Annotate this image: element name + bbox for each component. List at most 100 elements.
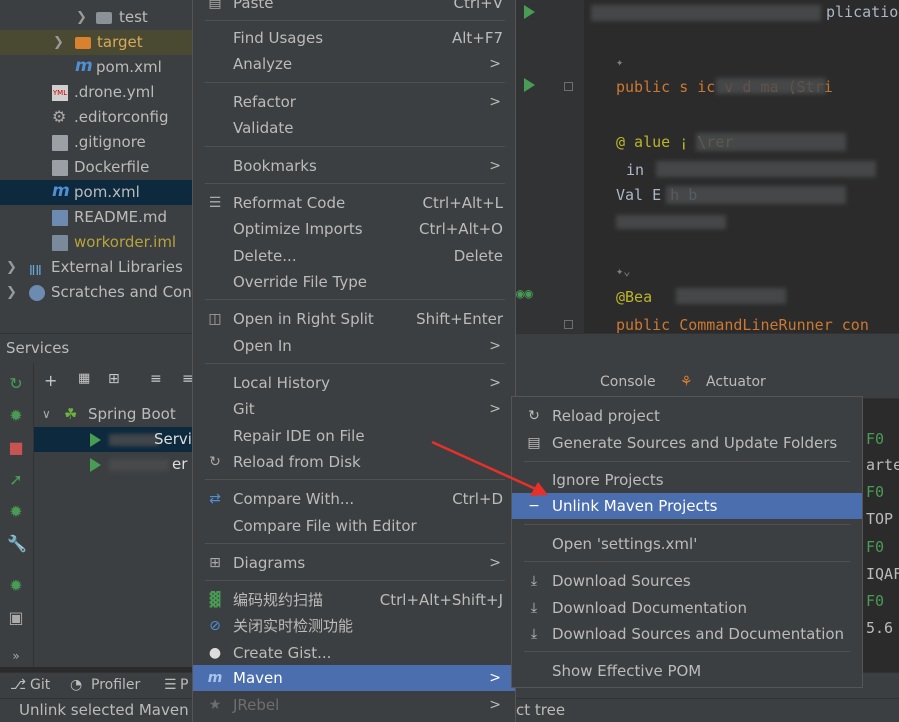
status-message: Unlink selected Maven p [19,701,203,719]
tree-item-gitignore[interactable]: .gitignore [0,130,192,155]
chevron-right-icon[interactable]: ❯ [6,255,17,280]
menu-item-local-history[interactable]: Local History > [193,370,515,396]
blurred-code [666,186,846,204]
menu-item-maven[interactable]: m Maven > [193,665,515,691]
code-line: @Bea [616,288,653,306]
rerun-icon[interactable]: ↻ [7,375,25,393]
paste-icon: ▤ [208,0,222,11]
menu-item-refactor[interactable]: Refactor > [193,89,515,115]
tree-item-scratches[interactable]: ❯ Scratches and Cons [0,280,192,305]
git-icon: ⎇ [10,677,27,693]
git-tool-button[interactable]: Git [30,677,50,693]
debug-deploy-icon[interactable]: ✹ [7,503,25,521]
collapse-icon[interactable]: ≡ [182,371,192,387]
disable-icon: ⊘ [209,618,221,634]
bug-icon[interactable]: ✹ [7,577,25,595]
menu-separator [205,146,505,147]
tree-item-external-libraries[interactable]: ❯ ⅡⅡ External Libraries [0,255,192,280]
stop-icon[interactable]: ■ [7,439,25,457]
tree-item-pom-xml-root[interactable]: m pom.xml [0,180,192,205]
download-icon: ⤓ [530,600,538,616]
console-line: F0 [866,538,885,556]
file-icon [52,160,68,176]
run-gutter-icon[interactable] [524,5,535,19]
add-service-icon[interactable]: + [44,371,57,390]
submenu-item-download-sources[interactable]: ⤓ Download Sources [512,568,862,594]
tree-item-test[interactable]: ❯ test [0,5,192,30]
menu-item-jrebel[interactable]: ★ JRebel > [193,692,515,718]
menu-item-compare-with-editor[interactable]: Compare File with Editor [193,513,515,539]
folder-icon [75,37,91,49]
tree-item-pom-xml[interactable]: m pom.xml [0,55,192,80]
reformat-icon: ☰ [208,195,222,211]
run-gutter-icon[interactable] [524,78,535,92]
services-side-toolbar: ↻ ✹ ■ ➚ ✹ 🔧 ✹ ▣ » [0,363,34,667]
chevron-right-icon[interactable]: ❯ [53,30,64,55]
menu-item-delete[interactable]: Delete... Delete [193,243,515,269]
submenu-item-show-effective-pom[interactable]: Show Effective POM [512,658,862,684]
tree-item-target[interactable]: ❯ target [0,30,192,55]
profiler-tool-button[interactable]: Profiler [91,677,140,693]
code-editor[interactable]: ◉◉ plication ✦ public s ic v d ma (Stri … [516,0,899,333]
debug-icon[interactable]: ✹ [7,407,25,425]
expand-all-icon[interactable]: ≡ [150,371,162,387]
code-line: plication [826,3,899,21]
new-tab-icon[interactable]: ⊞ [108,371,120,387]
menu-item-validate[interactable]: Validate [193,115,515,141]
menu-item-override-file-type[interactable]: Override File Type [193,269,515,295]
problems-tool-button[interactable]: P [180,677,188,693]
menu-item-optimize-imports[interactable]: Optimize Imports Ctrl+Alt+O [193,216,515,242]
menu-item-disable-realtime[interactable]: ⊘ 关闭实时检测功能 [193,613,515,639]
menu-item-diagrams[interactable]: ⊞ Diagrams > [193,550,515,576]
menu-item-open-right-split[interactable]: ◫ Open in Right Split Shift+Enter [193,306,515,332]
tab-actuator[interactable]: Actuator [706,374,766,390]
menu-item-open-in[interactable]: Open In > [193,333,515,359]
menu-item-find-usages[interactable]: Find Usages Alt+F7 [193,25,515,51]
submenu-item-reload-project[interactable]: ↻ Reload project [512,403,862,429]
menu-item-code-scan[interactable]: ▓ 编码规约扫描 Ctrl+Alt+Shift+J [193,587,515,613]
submenu-item-download-documentation[interactable]: ⤓ Download Documentation [512,595,862,621]
console-line: TOP [866,510,894,528]
menu-item-git[interactable]: Git > [193,396,515,422]
group-by-icon[interactable]: ▦ [78,371,90,386]
tree-item-workorder-iml[interactable]: workorder.iml [0,230,192,255]
tree-item-readme[interactable]: README.md [0,205,192,230]
chevron-right-icon[interactable]: ❯ [76,5,87,30]
menu-item-paste[interactable]: ▤ Paste Ctrl+V [193,0,515,16]
bean-gutter-icon[interactable]: ◉◉ [516,286,533,302]
submenu-item-unlink-maven-projects[interactable]: − Unlink Maven Projects [512,493,862,519]
tree-item-dockerfile[interactable]: Dockerfile [0,155,192,180]
chevron-down-icon[interactable]: ∨ [42,402,51,427]
chevron-right-icon[interactable]: ❯ [6,280,17,305]
services-spring-boot[interactable]: ∨ ☘ Spring Boot [34,402,192,427]
submenu-item-download-sources-docs[interactable]: ⤓ Download Sources and Documentation [512,621,862,647]
download-icon: ⤓ [530,573,538,589]
scan-icon: ▓ [209,592,221,608]
menu-separator [524,651,850,652]
camera-icon[interactable]: ▣ [7,609,25,627]
services-app-1[interactable]: Servi [34,427,192,452]
tree-item-editorconfig[interactable]: ⚙ .editorconfig [0,105,192,130]
services-app-2[interactable]: er [34,452,192,477]
tree-item-drone-yml[interactable]: YML .drone.yml [0,80,192,105]
menu-separator [205,299,505,300]
menu-item-reformat-code[interactable]: ☰ Reformat Code Ctrl+Alt+L [193,190,515,216]
blurred-text [109,434,159,446]
fold-icon[interactable] [564,320,573,329]
tab-console[interactable]: Console [600,374,656,390]
code-hint-icon: ✦ [616,55,624,69]
submenu-item-generate-sources[interactable]: ▤ Generate Sources and Update Folders [512,430,862,456]
menu-item-bookmarks[interactable]: Bookmarks > [193,153,515,179]
submenu-item-open-settings-xml[interactable]: Open 'settings.xml' [512,531,862,557]
wrench-icon[interactable]: 🔧 [7,535,27,553]
deploy-icon[interactable]: ➚ [7,471,25,489]
submenu-item-ignore-projects[interactable]: Ignore Projects [512,467,862,493]
menu-item-create-gist[interactable]: ● Create Gist... [193,640,515,666]
run-icon [90,433,101,447]
console-line: F0 [866,592,885,610]
chevron-right-icon: > [489,670,501,686]
fold-icon[interactable] [564,82,573,91]
more-icon[interactable]: » [7,647,25,665]
status-message-tail: ct tree [516,701,566,719]
menu-item-analyze[interactable]: Analyze > [193,51,515,77]
